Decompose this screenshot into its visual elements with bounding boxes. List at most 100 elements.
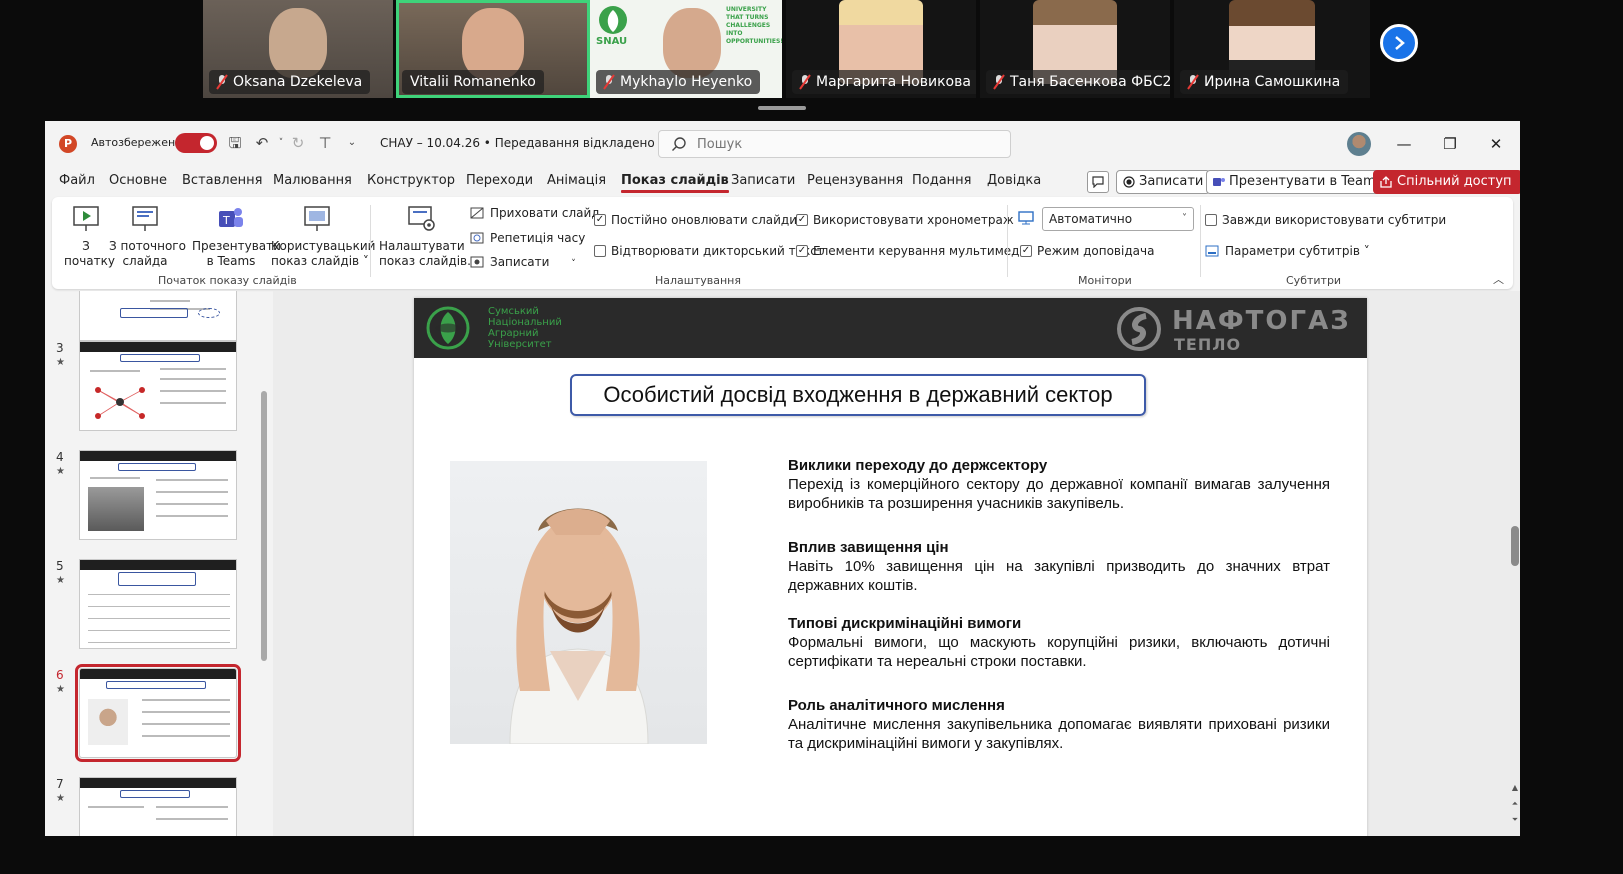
slide-thumbnail-6-selected[interactable] bbox=[75, 664, 241, 762]
media-controls-checkbox[interactable]: ✓ Елементи керування мультимедіа bbox=[796, 243, 1030, 259]
tab-draw[interactable]: Малювання bbox=[273, 173, 352, 188]
slide-scrollbar-thumb[interactable] bbox=[1511, 526, 1519, 566]
scroll-up-icon[interactable]: ▲ bbox=[1510, 783, 1520, 792]
rehearse-timings-label: Репетиція часу bbox=[490, 231, 586, 245]
save-icon[interactable]: 🖫 bbox=[225, 133, 245, 153]
tab-transitions[interactable]: Переходи bbox=[466, 173, 533, 188]
custom-slideshow-button[interactable]: Користувацький показ слайдів ˅ bbox=[271, 203, 375, 269]
checkbox-box[interactable] bbox=[594, 245, 606, 257]
collapse-ribbon-icon[interactable]: ︿ bbox=[1493, 271, 1504, 287]
present-in-teams-ribbon-button[interactable]: T Презентувати в Teams bbox=[192, 203, 281, 269]
monitor-icon bbox=[1018, 211, 1034, 225]
slide-thumbnail-3[interactable] bbox=[79, 341, 237, 431]
subtitle-settings-button[interactable]: Параметри субтитрів ˅ bbox=[1205, 243, 1370, 259]
hide-slide-label: Приховати слайд bbox=[490, 206, 600, 220]
tab-file[interactable]: Файл bbox=[59, 173, 95, 188]
undo-icon[interactable]: ↶ bbox=[252, 133, 272, 153]
autosave-toggle[interactable] bbox=[175, 133, 217, 153]
university-leaf-logo-icon bbox=[426, 306, 470, 350]
slide-thumbnail-5[interactable] bbox=[79, 559, 237, 649]
block-text: Формальні вимоги, що маскують корупційні… bbox=[788, 634, 1330, 670]
strip-resize-handle[interactable] bbox=[758, 106, 806, 110]
content-block-3[interactable]: Типові дискримінаційні вимоги Формальні … bbox=[788, 614, 1330, 671]
document-title[interactable]: СНАУ – 10.04.26 • Передавання відкладено bbox=[380, 136, 655, 150]
thumbnails-scrollbar[interactable] bbox=[261, 391, 267, 661]
checkbox-box[interactable] bbox=[1205, 214, 1217, 226]
tab-animations[interactable]: Анімація bbox=[547, 173, 606, 188]
slide-scrollbar[interactable]: ▲ ⏶ ⏷ bbox=[1510, 291, 1520, 836]
participant-tile[interactable]: Маргарита Новикова bbox=[786, 0, 976, 98]
thumb-title bbox=[118, 463, 196, 471]
close-button[interactable]: ✕ bbox=[1483, 131, 1509, 157]
tab-design[interactable]: Конструктор bbox=[367, 173, 455, 188]
next-participants-button[interactable] bbox=[1380, 24, 1418, 62]
slide-title[interactable]: Особистий досвід входження в державний с… bbox=[570, 374, 1146, 416]
content-block-4[interactable]: Роль аналітичного мислення Аналітичне ми… bbox=[788, 696, 1330, 753]
presenter-view-checkbox[interactable]: ✓ Режим доповідача bbox=[1020, 243, 1154, 259]
search-input[interactable] bbox=[697, 135, 997, 153]
content-block-2[interactable]: Вплив завищення цін Навіть 10% завищення… bbox=[788, 538, 1330, 595]
keep-updated-checkbox[interactable]: ✓ Постійно оновлювати слайди bbox=[594, 212, 797, 228]
mic-off-icon bbox=[216, 74, 228, 90]
university-name: Сумський Національний Аграрний Університ… bbox=[488, 306, 562, 350]
next-slide-icon[interactable]: ⏷ bbox=[1510, 815, 1520, 825]
always-subtitles-checkbox[interactable]: Завжди використовувати субтитри bbox=[1205, 212, 1446, 228]
from-current-slide-button[interactable]: З поточного слайда bbox=[109, 203, 186, 269]
thumbnail-number: 5 bbox=[56, 559, 64, 573]
participant-tile[interactable]: SNAU UNIVERSITY THAT TURNS CHALLENGES IN… bbox=[590, 0, 782, 98]
thumb-text-line bbox=[160, 390, 226, 392]
current-slide[interactable]: Сумський Національний Аграрний Університ… bbox=[414, 298, 1367, 836]
comments-button[interactable] bbox=[1087, 171, 1109, 193]
customize-toolbar-icon[interactable]: ⌄ bbox=[342, 133, 362, 153]
account-avatar[interactable] bbox=[1347, 132, 1371, 156]
checkbox-box[interactable]: ✓ bbox=[796, 245, 808, 257]
restore-button[interactable]: ❐ bbox=[1437, 131, 1463, 157]
hide-slide-button[interactable]: Приховати слайд bbox=[470, 205, 600, 221]
checkbox-box[interactable]: ✓ bbox=[1020, 245, 1032, 257]
thumb-text-line bbox=[156, 515, 228, 517]
minimize-button[interactable]: — bbox=[1391, 131, 1417, 157]
rehearse-timings-button[interactable]: Репетиція часу bbox=[470, 230, 585, 246]
slide-thumbnails-pane: 3 ★ 4 ★ 5 ★ 6 ★ 7 ★ bbox=[45, 291, 260, 836]
participant-tile-active[interactable]: Vitalii Romanenko bbox=[396, 0, 590, 98]
tab-home[interactable]: Основне bbox=[109, 173, 167, 188]
tab-record[interactable]: Записати bbox=[731, 173, 795, 188]
participant-tile[interactable]: Ирина Самошкина bbox=[1174, 0, 1370, 98]
share-button[interactable]: Спільний доступ bbox=[1373, 170, 1520, 194]
chevron-right-icon bbox=[1395, 36, 1405, 50]
setup-slideshow-button[interactable]: Налаштувати показ слайдів... bbox=[379, 203, 479, 269]
tab-insert[interactable]: Вставлення bbox=[182, 173, 262, 188]
slide-thumbnail-7[interactable] bbox=[79, 777, 237, 836]
ribbon-separator bbox=[1007, 205, 1008, 277]
use-timings-label: Використовувати хронометраж bbox=[813, 213, 1014, 227]
slideshow-quick-icon[interactable]: ⊤ bbox=[315, 133, 335, 153]
stressed-man-photo[interactable] bbox=[450, 461, 707, 744]
record-ribbon-button[interactable]: Записати ˅ bbox=[470, 254, 576, 272]
participant-tile[interactable]: Таня Басенкова ФБС2... bbox=[980, 0, 1170, 98]
content-block-1[interactable]: Виклики переходу до держсектору Перехід … bbox=[788, 456, 1330, 513]
chevron-down-icon[interactable]: ˅ bbox=[571, 259, 576, 269]
teams-icon bbox=[1213, 178, 1225, 186]
tab-help[interactable]: Довідка bbox=[987, 173, 1041, 188]
checkbox-box[interactable]: ✓ bbox=[594, 214, 606, 226]
slide-thumbnail-2[interactable] bbox=[79, 291, 237, 341]
tab-view[interactable]: Подання bbox=[912, 173, 972, 188]
checkbox-box[interactable]: ✓ bbox=[796, 214, 808, 226]
mic-off-icon bbox=[1187, 74, 1199, 90]
redo-icon[interactable]: ↻ bbox=[288, 133, 308, 153]
powerpoint-logo-icon: P bbox=[59, 135, 77, 153]
monitor-select[interactable]: Автоматично ˅ bbox=[1042, 207, 1194, 231]
record-button[interactable]: Записати bbox=[1116, 170, 1211, 194]
participant-tile[interactable]: Oksana Dzekeleva bbox=[203, 0, 393, 98]
slide-thumbnail-4[interactable] bbox=[79, 450, 237, 540]
from-beginning-button[interactable]: З початку bbox=[64, 203, 115, 269]
present-in-teams-button[interactable]: Презентувати в Teams bbox=[1206, 170, 1390, 194]
naftogaz-logo: НАФТОГАЗ ТЕПЛО bbox=[1114, 302, 1364, 354]
tab-slideshow[interactable]: Показ слайдів bbox=[621, 173, 729, 193]
mic-off-icon bbox=[603, 74, 615, 90]
search-box[interactable] bbox=[658, 130, 1011, 158]
use-timings-checkbox[interactable]: ✓ Використовувати хронометраж bbox=[796, 212, 1014, 228]
play-narrations-checkbox[interactable]: Відтворювати дикторський текст bbox=[594, 243, 824, 259]
previous-slide-icon[interactable]: ⏶ bbox=[1510, 799, 1520, 809]
tab-review[interactable]: Рецензування bbox=[807, 173, 903, 188]
